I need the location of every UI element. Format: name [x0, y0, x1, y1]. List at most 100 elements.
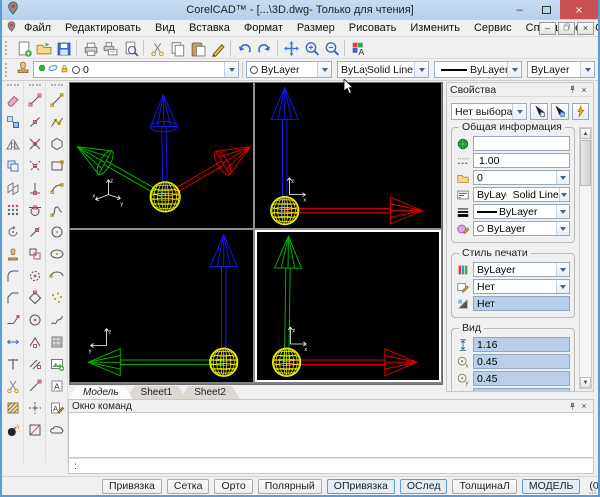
viewport-top-right-canvas[interactable]: zx: [255, 83, 441, 228]
select-arrow[interactable]: [556, 171, 569, 184]
menu-изменить[interactable]: Изменить: [403, 21, 467, 35]
copy-button[interactable]: [167, 39, 187, 57]
select-arrow[interactable]: [556, 263, 569, 276]
select-entity-button[interactable]: [530, 103, 548, 120]
tool-rectangle-button[interactable]: [47, 155, 67, 177]
tool-ellipse-button[interactable]: [47, 243, 67, 265]
menu-сервис[interactable]: Сервис: [467, 21, 519, 35]
layer-combo[interactable]: 0: [33, 61, 239, 78]
tool-copy2-button[interactable]: [3, 155, 23, 177]
status-сетка-button[interactable]: Сетка: [167, 479, 210, 494]
plotstyle-combo-arrow[interactable]: [580, 62, 594, 77]
menu-вид[interactable]: Вид: [148, 21, 182, 35]
tool-snap-end-button[interactable]: [25, 89, 45, 111]
tool-snap-mid2-button[interactable]: [25, 331, 45, 353]
tool-note-button[interactable]: A: [47, 375, 67, 397]
tool-snap-track-button[interactable]: [25, 397, 45, 419]
tool-rotate-button[interactable]: [3, 221, 23, 243]
scroll-down-button[interactable]: ▼: [580, 377, 591, 388]
selection-combo-arrow[interactable]: [512, 104, 526, 119]
cmd-dock-pin-icon[interactable]: [566, 401, 578, 412]
print-preview-button[interactable]: [120, 39, 140, 57]
select-arrow[interactable]: [556, 205, 569, 218]
resize-grip[interactable]: [588, 486, 596, 494]
tool-array-button[interactable]: [3, 199, 23, 221]
status-орто-button[interactable]: Орто: [214, 479, 252, 494]
property-input-linetype-scale[interactable]: [477, 154, 569, 168]
tab-sheet2[interactable]: Sheet2: [180, 386, 240, 399]
tool-snap-quad-button[interactable]: [25, 287, 45, 309]
tool-offset-button[interactable]: [3, 177, 23, 199]
tool-eraser-button[interactable]: [3, 89, 23, 111]
plotstyle-combo[interactable]: ByLayer: [527, 61, 595, 78]
redo-button[interactable]: [254, 39, 274, 57]
lineweight-combo-arrow[interactable]: [507, 62, 521, 77]
minimize-button[interactable]: –: [506, 0, 533, 19]
tool-snap-center-button[interactable]: [25, 309, 45, 331]
tool-chamfer-button[interactable]: [3, 287, 23, 309]
cut-button[interactable]: [147, 39, 167, 57]
property-select-plot-style[interactable]: ByLayer: [473, 262, 570, 277]
tool-cloud-button[interactable]: [47, 419, 67, 441]
palette-grip[interactable]: [7, 84, 19, 88]
lineweight-combo[interactable]: ByLayer: [434, 61, 522, 78]
tool-snap-perp-button[interactable]: [25, 177, 45, 199]
menu-формат[interactable]: Формат: [237, 21, 290, 35]
linecolor-combo-arrow[interactable]: [317, 62, 331, 77]
zoom-out-button[interactable]: [321, 39, 341, 57]
palette-grip[interactable]: [29, 84, 41, 88]
status-полярный-button[interactable]: Полярный: [258, 479, 322, 494]
tool-snap-parallel-button[interactable]: [25, 353, 45, 375]
property-field-linetype-scale[interactable]: [473, 153, 570, 168]
select-add-button[interactable]: [551, 103, 569, 120]
tool-snap-near-button[interactable]: [25, 221, 45, 243]
scroll-up-button[interactable]: ▲: [580, 128, 591, 139]
open-file-button[interactable]: [33, 39, 53, 57]
toolbar-grip[interactable]: [5, 63, 10, 77]
status-ослед-button[interactable]: ОСлед: [400, 479, 448, 494]
viewport-bottom-left[interactable]: zy: [70, 230, 253, 382]
quick-select-button[interactable]: [572, 103, 590, 120]
scroll-thumb[interactable]: [580, 140, 591, 186]
panel-close-icon[interactable]: ×: [578, 84, 590, 95]
tool-double-arrow-button[interactable]: [3, 331, 23, 353]
property-select-linetype[interactable]: ByLayerSolid Line: [473, 187, 570, 202]
property-select-plot-table[interactable]: Нет: [473, 279, 570, 294]
cmd-close-icon[interactable]: ×: [578, 401, 590, 412]
tab-sheet1[interactable]: Sheet1: [127, 386, 187, 399]
command-output[interactable]: [68, 413, 594, 458]
tool-snap-appint-button[interactable]: [25, 155, 45, 177]
tool-image-button[interactable]: [47, 353, 67, 375]
zoom-in-button[interactable]: [301, 39, 321, 57]
tool-note-edit-button[interactable]: A: [47, 397, 67, 419]
tool-snap-from-button[interactable]: [25, 375, 45, 397]
tool-ellipse-arc-button[interactable]: [47, 265, 67, 287]
tool-points-button[interactable]: [47, 287, 67, 309]
mdi-restore-button[interactable]: [558, 22, 575, 35]
save-button[interactable]: [53, 39, 73, 57]
status-опривязка-button[interactable]: ОПривязка: [327, 479, 395, 494]
tool-snap-clear-button[interactable]: [25, 419, 45, 441]
viewport-top-left[interactable]: zxy: [70, 83, 253, 228]
tool-bomb-button[interactable]: [3, 419, 23, 441]
tool-polygon-button[interactable]: [47, 133, 67, 155]
select-arrow[interactable]: [556, 222, 569, 235]
tab-модель[interactable]: Модель: [69, 386, 133, 399]
color-layer-button[interactable]: A: [348, 39, 368, 57]
viewport-top-left-canvas[interactable]: zxy: [70, 83, 253, 228]
print-copies-button[interactable]: [100, 39, 120, 57]
menu-рисовать[interactable]: Рисовать: [342, 21, 404, 35]
property-input-hyperlink[interactable]: [477, 137, 569, 151]
property-select-linecolor[interactable]: ByLayer: [473, 221, 570, 236]
pan-button[interactable]: [281, 39, 301, 57]
close-button[interactable]: ×: [560, 0, 598, 19]
tool-arc-button[interactable]: [47, 177, 67, 199]
tool-mirror-button[interactable]: [3, 133, 23, 155]
tool-snap-tan-button[interactable]: [25, 199, 45, 221]
viewport-bottom-right-canvas[interactable]: zx: [255, 230, 441, 382]
tool-hatch-fill-button[interactable]: [47, 331, 67, 353]
tool-snap-insert-button[interactable]: [25, 243, 45, 265]
command-input[interactable]: :: [68, 458, 594, 474]
tool-stretch-button[interactable]: [3, 309, 23, 331]
tool-fillet-button[interactable]: [3, 265, 23, 287]
